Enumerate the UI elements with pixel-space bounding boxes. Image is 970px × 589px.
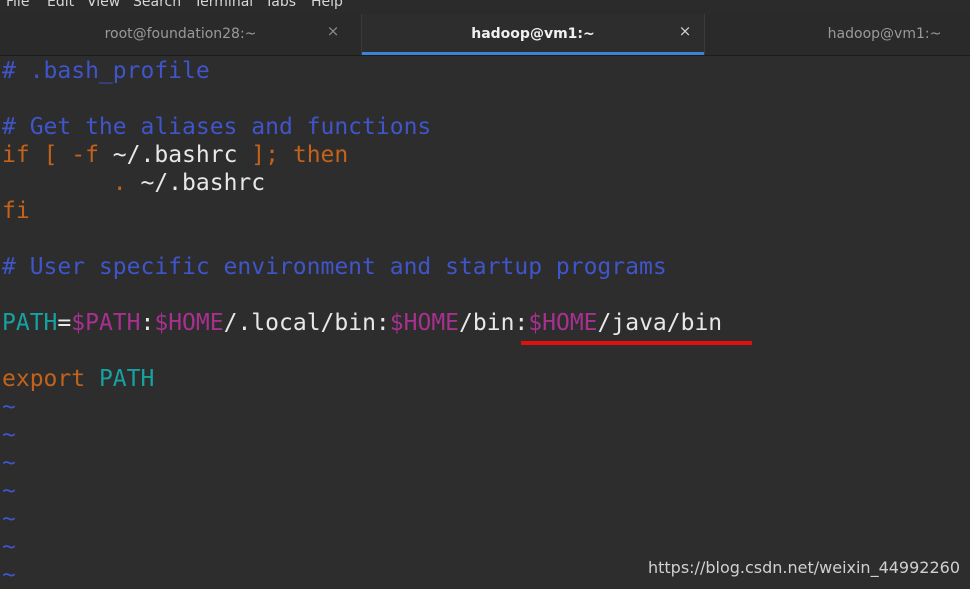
code-token-keyword: ]; [251,142,279,168]
code-token-ident: PATH [2,310,58,336]
code-token-comment: # Get the aliases and functions [2,114,432,140]
code-token-keyword: then [292,142,349,168]
empty-buffer-line: ~ [2,393,16,421]
empty-buffer-line: ~ [2,449,16,477]
code-token-comment: # .bash_profile [2,58,210,84]
tab-label: hadoop@vm1:~ [827,26,942,42]
editor-line: export PATH [2,365,154,393]
editor-line: PATH=$PATH:$HOME/.local/bin:$HOME/bin:$H… [2,309,722,337]
code-token-var: $PATH [71,310,141,336]
menu-bar: File Edit View Search Terminal Tabs Help [0,0,970,14]
code-token-plain: /java/bin [597,310,723,336]
empty-buffer-line: ~ [2,505,16,533]
editor-line: if [ -f ~/.bashrc ]; then [2,141,348,169]
menu-view[interactable]: View [87,0,120,10]
code-token-plain: /bin: [459,310,529,336]
editor-line: fi [2,197,30,225]
empty-buffer-line: ~ [2,421,16,449]
editor-line: . ~/.bashrc [2,169,265,197]
editor-line: # .bash_profile [2,57,210,85]
menu-help[interactable]: Help [311,0,343,10]
empty-buffer-line: ~ [2,533,16,561]
editor-line: # Get the aliases and functions [2,113,431,141]
code-token-plain: = [57,310,72,336]
menu-edit[interactable]: Edit [47,0,74,10]
code-token-tilde: ~ [2,562,16,588]
code-token-comment: # User specific environment and startup … [2,254,667,280]
empty-buffer-line: ~ [2,477,16,505]
code-token-tilde: ~ [2,450,16,476]
code-token-tilde: ~ [2,534,16,560]
editor-line: # User specific environment and startup … [2,253,667,281]
menu-tabs[interactable]: Tabs [265,0,296,10]
tab-bar: root@foundation28:~ × hadoop@vm1:~ × had… [0,14,970,56]
watermark: https://blog.csdn.net/weixin_44992260 [647,558,960,577]
code-token-plain: ~/.bashrc [98,142,252,168]
empty-buffer-line: ~ [2,561,16,589]
code-token-keyword: [ -f [43,142,99,168]
code-token-var: $HOME [389,310,460,336]
code-token-tilde: ~ [2,394,16,420]
menu-file[interactable]: File [6,0,29,10]
terminal-editor[interactable]: # .bash_profile # Get the aliases and fun… [0,56,970,588]
menu-search[interactable]: Search [133,0,181,10]
code-token-var: $HOME [528,310,598,336]
code-token-keyword: fi [2,198,30,224]
red-underline-annotation [521,341,752,345]
code-token-tilde: ~ [2,506,16,532]
code-token-keyword: if [2,142,30,168]
code-token-plain: : [140,310,155,336]
close-icon[interactable]: × [326,24,340,39]
menu-terminal[interactable]: Terminal [194,0,253,10]
tab-hadoop-vm1-active[interactable]: hadoop@vm1:~ × [362,14,704,55]
code-token-var: $HOME [154,310,224,336]
tab-label: hadoop@vm1:~ [471,26,595,42]
code-token-tilde: ~ [2,422,16,448]
tab-hadoop-vm1[interactable]: hadoop@vm1:~ [705,14,970,55]
tab-label: root@foundation28:~ [104,26,257,42]
code-token-keyword: . [112,170,127,196]
code-token-keyword: export [2,366,86,392]
code-token-plain: /.local/bin: [223,310,390,336]
code-token-tilde: ~ [2,478,16,504]
code-token-plain: ~/.bashrc [126,170,266,196]
code-token-ident: PATH [98,366,155,392]
tab-root-foundation28[interactable]: root@foundation28:~ × [0,14,361,55]
close-icon[interactable]: × [678,24,692,39]
